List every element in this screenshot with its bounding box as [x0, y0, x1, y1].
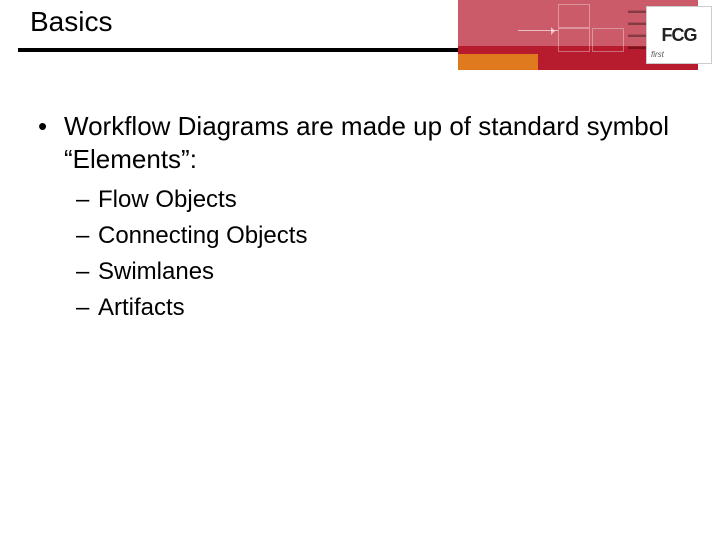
page-title: Basics [30, 6, 112, 38]
decor-box [558, 4, 590, 28]
logo-subtext: first [651, 50, 664, 59]
stripe-orange [458, 54, 538, 70]
bullet-sub: Flow Objects [38, 185, 678, 215]
decor-box [592, 28, 624, 52]
bullet-sub: Connecting Objects [38, 221, 678, 251]
decor-box [558, 28, 590, 52]
arrow-icon [518, 30, 558, 31]
logo: FCG first [646, 6, 712, 64]
slide: Basics ▬▬▬▬ ▬▬▬▬▬▬ ▬▬▬▬ ▬▬▬▬▬▬▬ FCG firs… [0, 0, 720, 540]
logo-text: FCG [662, 25, 697, 46]
bullet-sub: Swimlanes [38, 257, 678, 287]
bullet-sub: Artifacts [38, 293, 678, 323]
bullet-main: Workflow Diagrams are made up of standar… [38, 110, 678, 175]
header: Basics ▬▬▬▬ ▬▬▬▬▬▬ ▬▬▬▬ ▬▬▬▬▬▬▬ FCG firs… [0, 0, 720, 72]
content: Workflow Diagrams are made up of standar… [38, 110, 678, 323]
